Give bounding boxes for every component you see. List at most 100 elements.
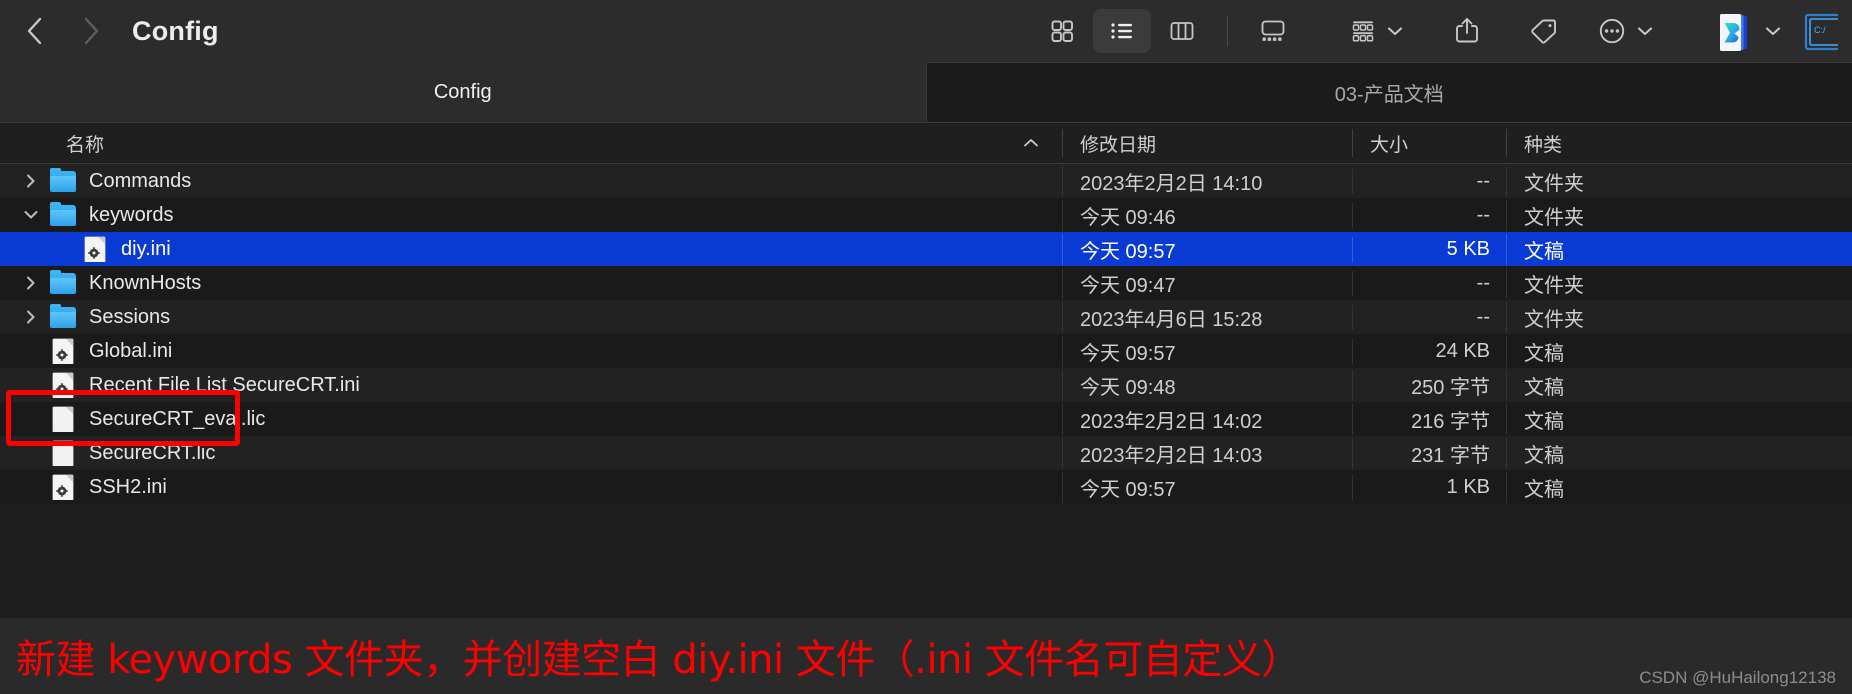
more-button[interactable] xyxy=(1590,9,1660,53)
column-header-date[interactable]: 修改日期 xyxy=(1062,122,1352,164)
tab-product-docs[interactable]: 03-产品文档 xyxy=(925,62,1852,122)
file-name: Sessions xyxy=(89,305,171,328)
chevron-down-icon xyxy=(1637,27,1653,36)
cell-size: -- xyxy=(1352,168,1506,194)
cell-kind: 文稿 xyxy=(1506,369,1852,401)
file-name: Recent File List SecureCRT.ini xyxy=(89,373,360,396)
gear-glyph xyxy=(56,348,68,361)
file-name: Commands xyxy=(89,169,192,192)
cell-size: 5 KB xyxy=(1352,236,1506,262)
table-row[interactable]: keywords 今天 09:46 -- 文件夹 xyxy=(0,198,1852,232)
cell-name: Global.ini xyxy=(0,338,1062,364)
finder-window: Config C:/ Config 03-产品文档 名称 修改日期 大小 种类 … xyxy=(0,0,1852,694)
folder-icon xyxy=(50,202,76,228)
column-view-button[interactable] xyxy=(1153,9,1211,53)
table-row[interactable]: Commands 2023年2月2日 14:10 -- 文件夹 xyxy=(0,164,1852,198)
cell-date: 今天 09:57 xyxy=(1062,335,1352,367)
tab-bar: Config 03-产品文档 xyxy=(0,62,1852,122)
annotation-text: 新建 keywords 文件夹，并创建空白 diy.ini 文件（.ini 文件… xyxy=(16,637,1301,683)
column-header-kind[interactable]: 种类 xyxy=(1506,122,1852,164)
folder-icon xyxy=(50,304,76,330)
cell-size: -- xyxy=(1352,202,1506,228)
folder-icon xyxy=(50,168,76,194)
back-button[interactable] xyxy=(20,14,50,48)
cell-size: -- xyxy=(1352,270,1506,296)
cell-date: 今天 09:46 xyxy=(1062,199,1352,231)
synology-drive-icon[interactable] xyxy=(1716,11,1782,51)
file-list[interactable]: Commands 2023年2月2日 14:10 -- 文件夹 keywords 今天 0… xyxy=(0,164,1852,618)
file-name: SecureCRT.lic xyxy=(89,441,216,464)
table-row[interactable]: Global.ini 今天 09:57 24 KB 文稿 xyxy=(0,334,1852,368)
forward-button[interactable] xyxy=(76,14,106,48)
cell-date: 今天 09:57 xyxy=(1062,233,1352,265)
cell-date: 今天 09:57 xyxy=(1062,471,1352,503)
cell-kind: 文稿 xyxy=(1506,335,1852,367)
share-button[interactable] xyxy=(1438,9,1496,53)
gear-document-icon xyxy=(50,372,76,398)
group-icon xyxy=(1352,21,1374,42)
file-name: diy.ini xyxy=(121,237,171,260)
table-row[interactable]: SecureCRT_eval.lic 2023年2月2日 14:02 216 字节文… xyxy=(0,402,1852,436)
chevron-right-icon xyxy=(84,17,99,45)
tag-button[interactable] xyxy=(1514,9,1572,53)
chevron-down-icon xyxy=(1765,27,1781,36)
cell-date: 2023年2月2日 14:03 xyxy=(1062,437,1352,469)
list-icon xyxy=(1111,23,1132,39)
disclosure-triangle-collapsed[interactable] xyxy=(18,172,44,190)
cell-name: SecureCRT.lic xyxy=(0,440,1062,466)
cell-name: diy.ini xyxy=(0,236,1062,262)
tab-config[interactable]: Config xyxy=(0,62,926,122)
terminal-icon: C:/ xyxy=(1804,13,1848,51)
disclosure-triangle-collapsed[interactable] xyxy=(18,308,44,326)
cell-kind: 文件夹 xyxy=(1506,199,1852,231)
cell-size: 24 KB xyxy=(1352,338,1506,364)
disclosure-triangle-collapsed[interactable] xyxy=(18,274,44,292)
navigation-group xyxy=(20,14,106,48)
gear-glyph xyxy=(56,484,68,497)
cell-size: 1 KB xyxy=(1352,474,1506,500)
gear-document-icon xyxy=(50,474,76,500)
column-header-label: 名称 xyxy=(66,134,105,156)
file-name: Global.ini xyxy=(89,339,173,362)
file-name: SSH2.ini xyxy=(89,475,167,498)
file-name: SecureCRT_eval.lic xyxy=(89,407,266,430)
cell-kind: 文件夹 xyxy=(1506,301,1852,333)
cell-size: 250 字节 xyxy=(1352,369,1506,401)
table-row[interactable]: Sessions 2023年4月6日 15:28 -- 文件夹 xyxy=(0,300,1852,334)
tab-label: 03-产品文档 xyxy=(1334,83,1444,106)
group-by-button[interactable] xyxy=(1342,9,1410,53)
cell-kind: 文稿 xyxy=(1506,233,1852,265)
table-row[interactable]: SSH2.ini 今天 09:57 1 KB 文稿 xyxy=(0,470,1852,504)
cell-kind: 文件夹 xyxy=(1506,267,1852,299)
file-name: KnownHosts xyxy=(89,271,202,294)
share-icon xyxy=(1456,18,1478,43)
table-row[interactable]: SecureCRT.lic 2023年2月2日 14:03 231 字节 文稿 xyxy=(0,436,1852,470)
cell-name: SecureCRT_eval.lic xyxy=(0,406,1062,432)
folder-icon xyxy=(50,270,76,296)
cell-name: Recent File List SecureCRT.ini xyxy=(0,372,1062,398)
cell-date: 今天 09:47 xyxy=(1062,267,1352,299)
cell-date: 2023年2月2日 14:10 xyxy=(1062,165,1352,197)
cell-size: 231 字节 xyxy=(1352,437,1506,469)
column-header-size[interactable]: 大小 xyxy=(1352,122,1506,164)
table-row[interactable]: diy.ini 今天 09:57 5 KB 文稿 xyxy=(0,232,1852,266)
cell-date: 2023年4月6日 15:28 xyxy=(1062,301,1352,333)
cell-kind: 文稿 xyxy=(1506,471,1852,503)
cell-date: 今天 09:48 xyxy=(1062,369,1352,401)
toolbar: Config C:/ xyxy=(0,0,1852,62)
column-header-name[interactable]: 名称 xyxy=(0,122,1062,164)
columns-icon xyxy=(1170,22,1194,40)
table-row[interactable]: KnownHosts 今天 09:47 -- 文件夹 xyxy=(0,266,1852,300)
list-view-button[interactable] xyxy=(1093,9,1151,53)
cell-name: SSH2.ini xyxy=(0,474,1062,500)
terminal-app-icon[interactable]: C:/ xyxy=(1804,11,1848,51)
app-d-glyph xyxy=(1720,14,1747,51)
column-header-label: 大小 xyxy=(1370,134,1409,156)
cell-kind: 文稿 xyxy=(1506,403,1852,435)
disclosure-triangle-expanded[interactable] xyxy=(18,206,44,224)
cell-size: -- xyxy=(1352,304,1506,330)
icon-view-button[interactable] xyxy=(1033,9,1091,53)
column-header-label: 种类 xyxy=(1524,134,1563,156)
table-row[interactable]: Recent File List SecureCRT.ini 今天 09:48 25… xyxy=(0,368,1852,402)
gallery-view-button[interactable] xyxy=(1244,9,1302,53)
